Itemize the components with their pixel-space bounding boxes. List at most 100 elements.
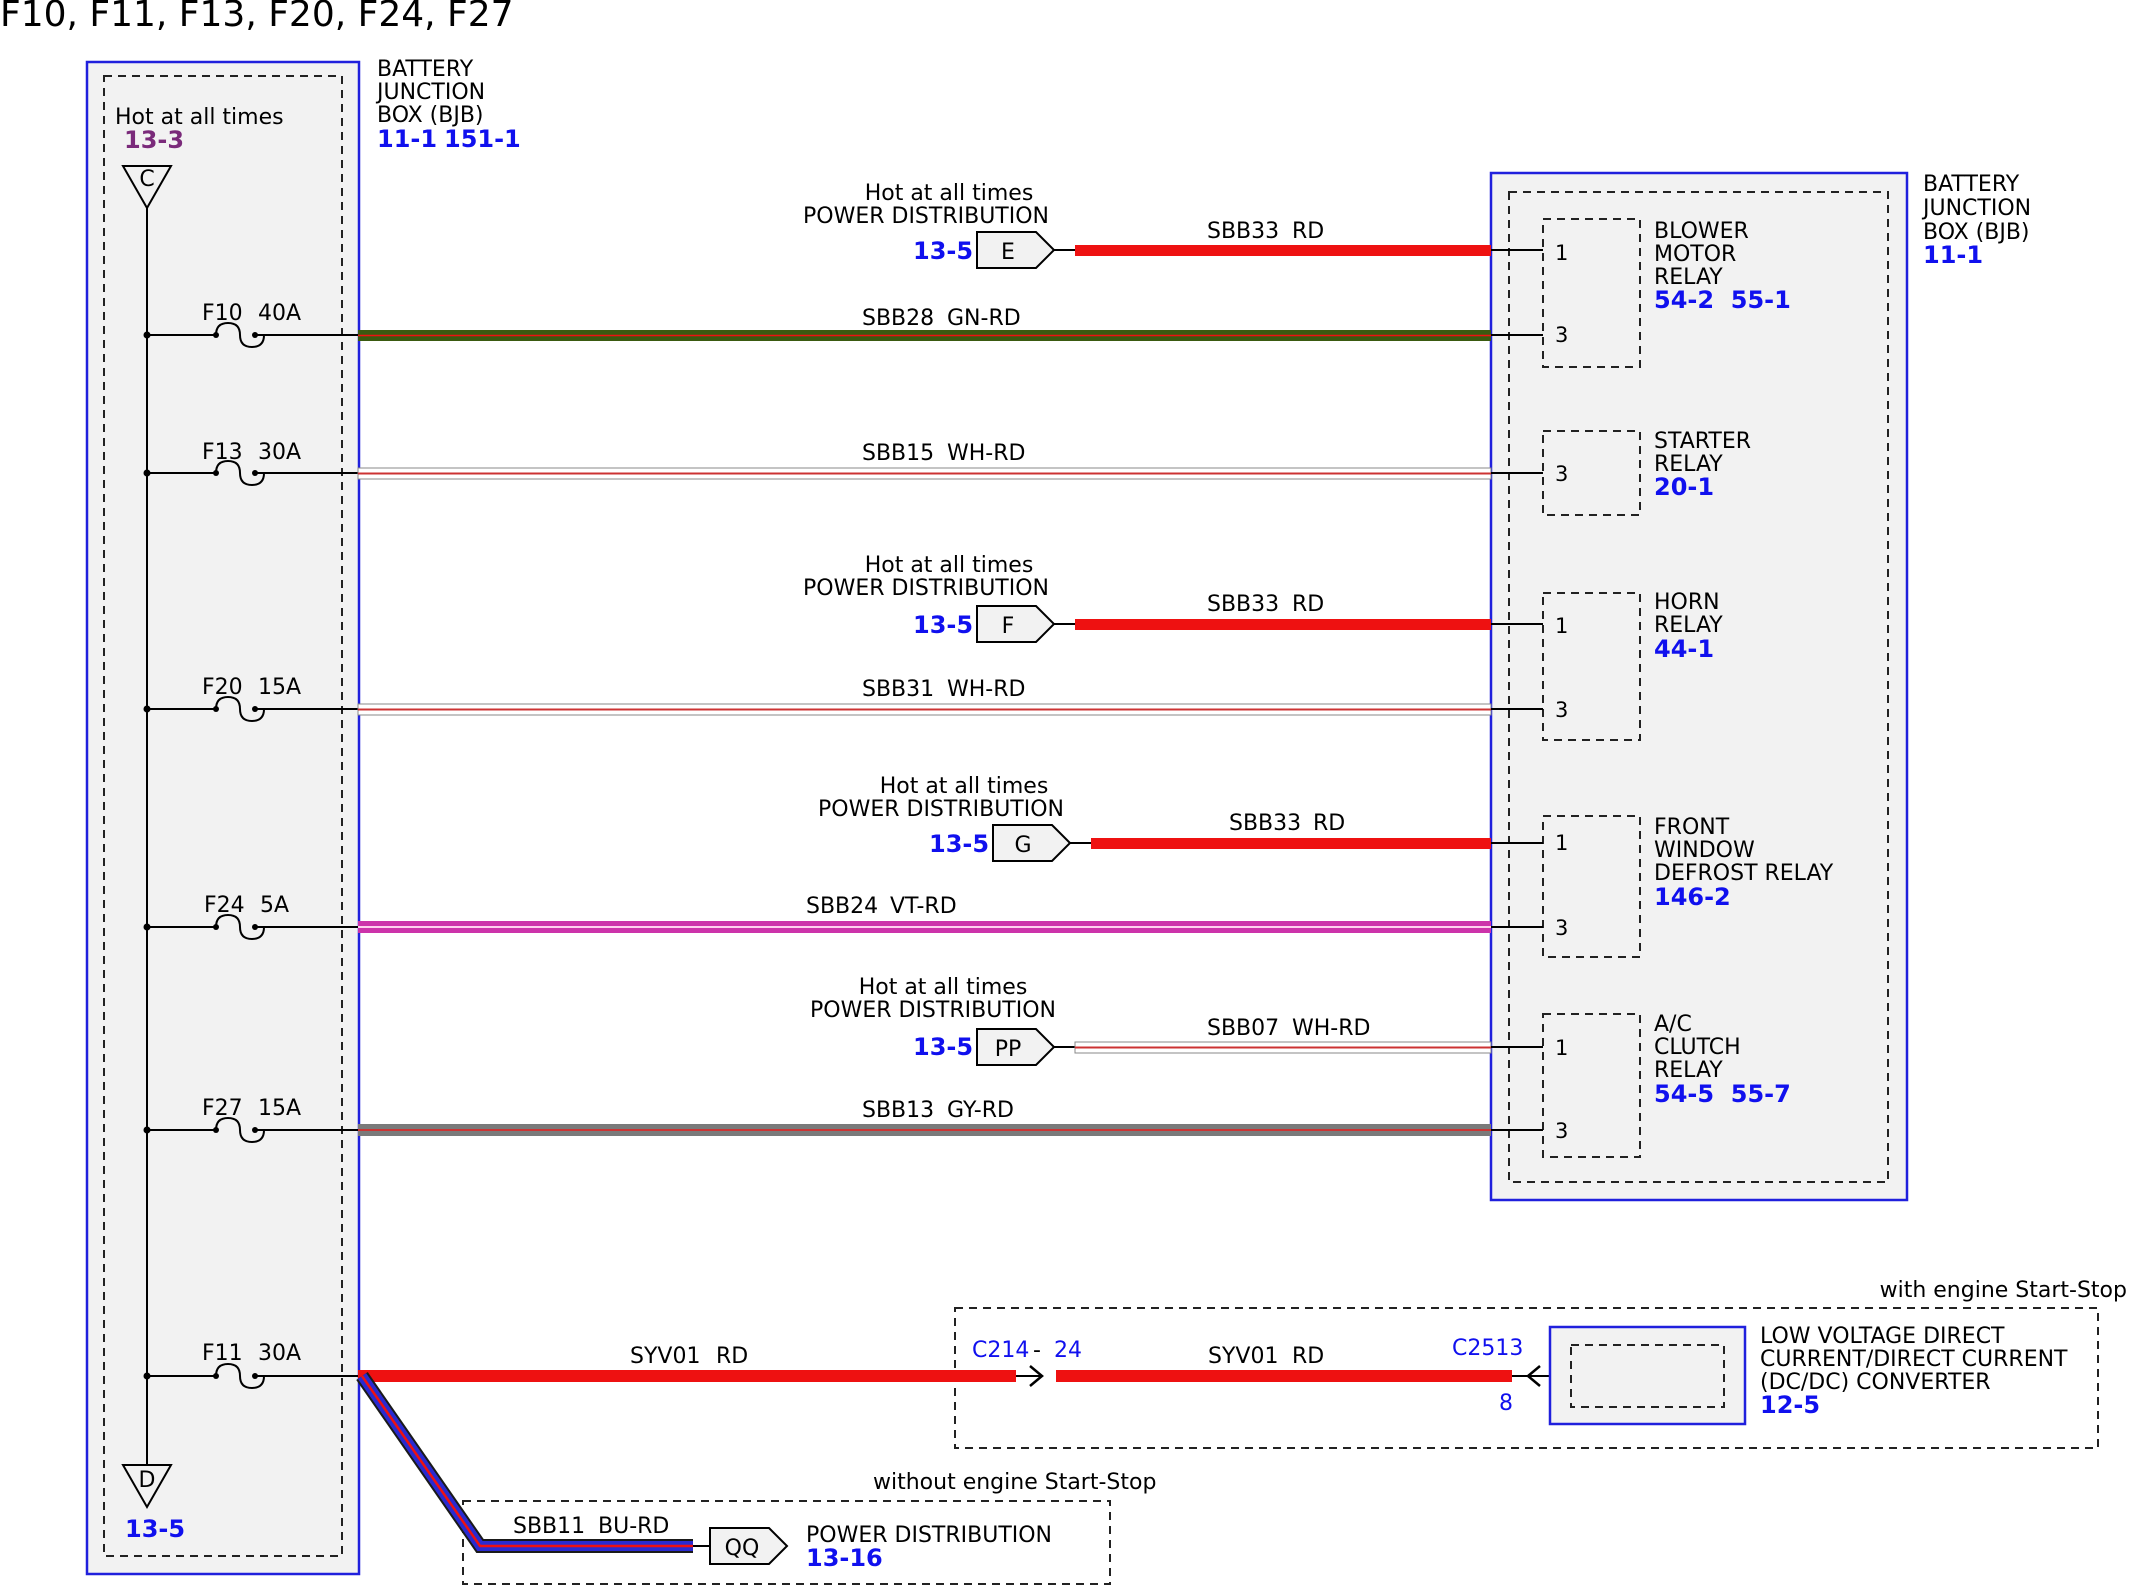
right-box-name-1: BATTERY <box>1923 172 2020 197</box>
relay-blower-pin-1: 1 <box>1555 241 1568 265</box>
wire-syv01-b[interactable] <box>1056 1370 1512 1382</box>
left-box-name-1: BATTERY <box>377 57 474 82</box>
relay-starter-refs[interactable]: 20-1 <box>1654 473 1714 501</box>
feed-f-hot: Hot at all times <box>865 553 1034 578</box>
relay-ac-line-1: A/C <box>1654 1012 1692 1037</box>
feed-f-circuit: SBB33 <box>1207 592 1279 617</box>
relay-defrost-pin-1: 1 <box>1555 831 1568 855</box>
left-box-ref-2[interactable]: 151-1 <box>444 125 521 153</box>
feed-pp-dist: POWER DISTRIBUTION <box>810 998 1056 1023</box>
dcdc-line-2: CURRENT/DIRECT CURRENT <box>1760 1347 2068 1372</box>
fuse-f27-rating: 15A <box>258 1096 301 1121</box>
feed-g-ref[interactable]: 13-5 <box>929 830 989 858</box>
fuse-f20-id: F20 <box>202 675 243 700</box>
relay-blower-refs[interactable]: 54-2 55-1 <box>1654 286 1791 314</box>
relay-horn-pin-3: 3 <box>1555 698 1568 722</box>
relay-blower-line-2: MOTOR <box>1654 242 1736 267</box>
connector-d-label: D <box>139 1468 156 1493</box>
wire-sbb28-color: GN-RD <box>947 306 1021 331</box>
wire-sbb31[interactable] <box>357 703 1543 716</box>
wire-syv01-a-color: RD <box>716 1344 748 1369</box>
relay-starter-pin-3: 3 <box>1555 462 1568 486</box>
fuse-f10-id: F10 <box>202 301 243 326</box>
feed-g-hot: Hot at all times <box>880 774 1049 799</box>
feed-pp-circuit: SBB07 <box>1207 1016 1279 1041</box>
relay-defrost-line-2: WINDOW <box>1654 838 1755 863</box>
wiring-diagram: BATTERY JUNCTION BOX (BJB) 11-1 151-1 Ho… <box>85 57 2127 1585</box>
fuse-f27-id: F27 <box>202 1096 243 1121</box>
wire-sbb15-circuit: SBB15 <box>862 441 934 466</box>
relay-ac-pin-1: 1 <box>1555 1036 1568 1060</box>
relay-horn-pin-1: 1 <box>1555 614 1568 638</box>
fuse-f24-id: F24 <box>204 893 245 918</box>
fuse-f24-rating: 5A <box>260 893 289 918</box>
connector-qq-label: QQ <box>725 1536 760 1561</box>
feed-g-dist: POWER DISTRIBUTION <box>818 797 1064 822</box>
wire-sbb24-color: VT-RD <box>890 894 957 919</box>
connector-c214-sep: - <box>1033 1338 1041 1363</box>
relay-ac-pin-3: 3 <box>1555 1119 1568 1143</box>
wire-syv01-a-circuit: SYV01 <box>630 1344 700 1369</box>
start-stop-label: with engine Start-Stop <box>1880 1278 2127 1303</box>
feed-pp-hot: Hot at all times <box>859 975 1028 1000</box>
connector-c214-label[interactable]: C214 <box>972 1338 1029 1363</box>
dcdc-converter-box[interactable] <box>1548 1325 1747 1426</box>
wire-syv01-b-color: RD <box>1292 1344 1324 1369</box>
left-box-ref-1[interactable]: 11-1 <box>377 125 437 153</box>
wire-syv01-a[interactable] <box>358 1370 1016 1382</box>
feed-e-circuit: SBB33 <box>1207 219 1279 244</box>
feed-g-color: RD <box>1313 811 1345 836</box>
feed-f-color: RD <box>1292 592 1324 617</box>
connector-c2513-label[interactable]: C2513 <box>1452 1336 1523 1361</box>
feed-pp-ref[interactable]: 13-5 <box>913 1033 973 1061</box>
left-hot-ref[interactable]: 13-3 <box>124 126 184 154</box>
relay-horn-refs[interactable]: 44-1 <box>1654 635 1714 663</box>
fuse-f10-rating: 40A <box>258 301 301 326</box>
left-bottom-ref[interactable]: 13-5 <box>125 1515 185 1543</box>
feed-e-color: RD <box>1292 219 1324 244</box>
relay-starter-line-1: STARTER <box>1654 429 1751 454</box>
wire-sbb13[interactable] <box>358 1124 1543 1136</box>
wire-sbb11-circuit: SBB11 <box>513 1514 585 1539</box>
feed-g-circuit: SBB33 <box>1229 811 1301 836</box>
fuse-f13-id: F13 <box>202 440 243 465</box>
connector-e-icon[interactable] <box>976 231 1056 269</box>
no-start-stop-ref[interactable]: 13-16 <box>806 1544 883 1572</box>
no-start-stop-label: without engine Start-Stop <box>873 1470 1156 1495</box>
fuse-f13-rating: 30A <box>258 440 301 465</box>
relay-ac-line-2: CLUTCH <box>1654 1035 1741 1060</box>
dcdc-line-1: LOW VOLTAGE DIRECT <box>1760 1324 2005 1349</box>
fuse-f11-rating: 30A <box>258 1341 301 1366</box>
wire-sbb24[interactable] <box>358 921 1543 933</box>
relay-blower-line-1: BLOWER <box>1654 219 1749 244</box>
relay-defrost-pin-3: 3 <box>1555 916 1568 940</box>
relay-blower-pin-3: 3 <box>1555 323 1568 347</box>
connector-c2513-pin: 8 <box>1499 1391 1513 1416</box>
right-box-name-2: JUNCTION <box>1921 196 2031 221</box>
wire-sbb31-color: WH-RD <box>947 677 1025 702</box>
feed-pp-connector: PP <box>995 1037 1022 1062</box>
feed-e-ref[interactable]: 13-5 <box>913 237 973 265</box>
connector-c214-pin: 24 <box>1054 1338 1082 1363</box>
relay-ac-refs[interactable]: 54-5 55-7 <box>1654 1080 1791 1108</box>
wire-sbb15-color: WH-RD <box>947 441 1025 466</box>
wire-syv01-b-circuit: SYV01 <box>1208 1344 1278 1369</box>
wire-sbb15[interactable] <box>357 467 1543 480</box>
relay-horn-line-1: HORN <box>1654 590 1720 615</box>
dcdc-ref[interactable]: 12-5 <box>1760 1391 1820 1419</box>
relay-defrost-refs[interactable]: 146-2 <box>1654 883 1731 911</box>
wire-sbb13-circuit: SBB13 <box>862 1098 934 1123</box>
fuse-f11-id: F11 <box>202 1341 243 1366</box>
relay-defrost-line-1: FRONT <box>1654 815 1730 840</box>
wire-sbb31-circuit: SBB31 <box>862 677 934 702</box>
wire-sbb28[interactable] <box>358 330 1543 341</box>
feed-f-ref[interactable]: 13-5 <box>913 611 973 639</box>
left-box-name-2: JUNCTION <box>375 80 485 105</box>
connector-c-label: C <box>139 167 154 192</box>
wire-sbb28-circuit: SBB28 <box>862 306 934 331</box>
right-box-ref[interactable]: 11-1 <box>1923 241 1983 269</box>
connector-f-icon[interactable] <box>976 605 1056 643</box>
fuse-f20-rating: 15A <box>258 675 301 700</box>
connector-c214-icon[interactable] <box>1016 1365 1044 1387</box>
feed-e-dist: POWER DISTRIBUTION <box>803 204 1049 229</box>
